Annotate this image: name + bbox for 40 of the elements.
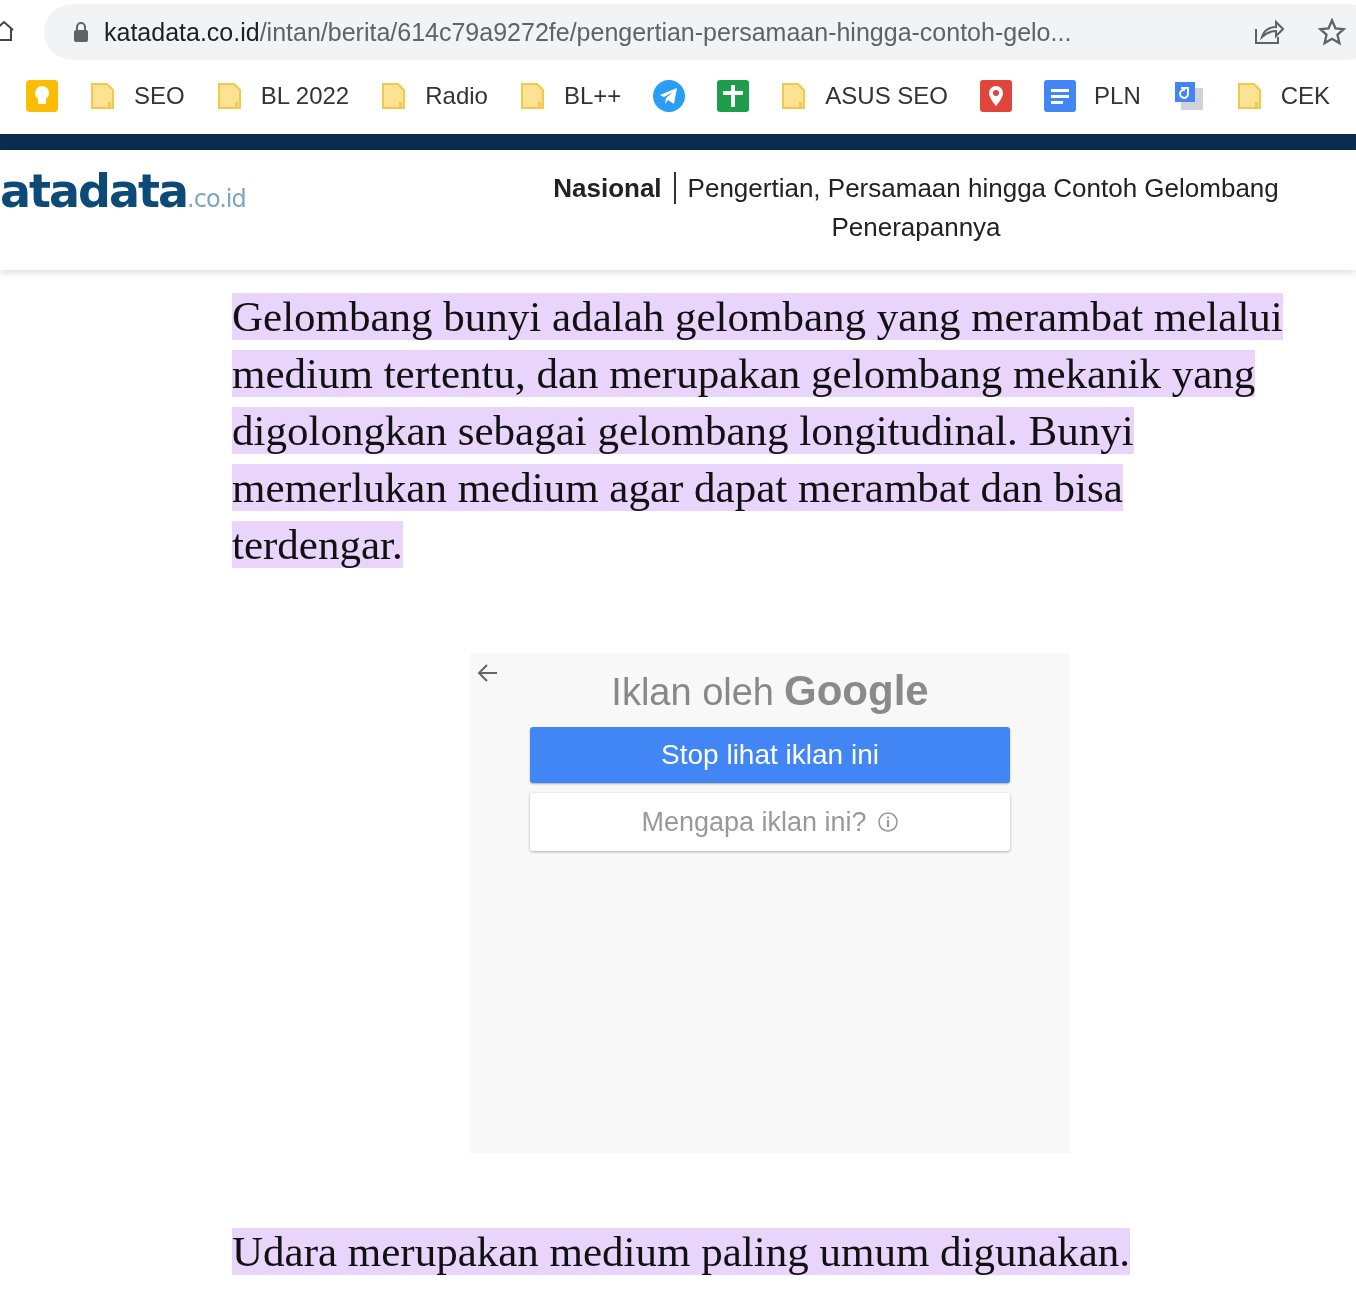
bookmark[interactable]: ASUS SEO xyxy=(781,82,949,110)
folder-icon xyxy=(781,82,808,110)
folder-icon xyxy=(381,82,408,110)
bookmark[interactable]: Radio xyxy=(381,82,488,110)
stop-ad-button[interactable]: Stop lihat iklan ini xyxy=(530,727,1010,783)
bookmark[interactable] xyxy=(980,80,1013,112)
article-title: Penerapannya xyxy=(831,212,1001,243)
map-pin-icon xyxy=(980,80,1013,112)
lightbulb-icon xyxy=(26,80,58,112)
section-label[interactable]: Nasional xyxy=(553,172,662,204)
site-logo[interactable]: atadata.co.id xyxy=(0,164,246,224)
info-icon xyxy=(876,811,899,833)
document-icon xyxy=(1044,80,1077,112)
ad-heading: Iklan oleh xyxy=(611,671,774,714)
home-icon[interactable] xyxy=(0,18,14,44)
folder-icon xyxy=(90,82,116,110)
spreadsheet-icon xyxy=(717,80,750,112)
folder-icon xyxy=(519,82,546,110)
bookmark[interactable]: BL++ xyxy=(519,82,622,110)
bookmark[interactable] xyxy=(653,80,686,112)
bookmark[interactable]: BL 2022 xyxy=(216,82,350,110)
share-icon[interactable] xyxy=(1254,19,1284,45)
article-title: Pengertian, Persamaan hingga Contoh Gelombang xyxy=(687,172,1279,204)
lock-icon xyxy=(72,21,90,43)
folder-icon xyxy=(1236,82,1263,110)
bookmark[interactable] xyxy=(1172,80,1205,112)
back-arrow-icon[interactable] xyxy=(476,663,498,683)
translate-icon xyxy=(1172,80,1205,112)
article-paragraph: Udara merupakan medium paling umum digunakan. xyxy=(232,1227,1131,1277)
url-text: katadata.co.id/intan/berita/614c79a9272fe/pengertian-persamaan-hingga-contoh-gelo... xyxy=(104,17,1073,47)
folder-icon xyxy=(216,82,243,110)
bookmark[interactable]: SEO xyxy=(90,82,185,110)
bookmark[interactable]: CEK xyxy=(1236,82,1331,110)
article-paragraph: Gelombang bunyi adalah gelombang yang merambat melalui medium tertentu, dan merupakan gelombang mekanik yang digolongkan sebagai gelombang longitudinal. Bunyi memerlukan medium agar dapat merambat dan bisa terdengar. xyxy=(232,292,1284,570)
star-icon[interactable] xyxy=(1318,18,1346,46)
bookmark[interactable] xyxy=(717,80,750,112)
paper-plane-icon xyxy=(653,80,686,112)
brand-name: Google xyxy=(784,667,929,715)
bookmark[interactable]: PLN xyxy=(1044,80,1141,112)
address-bar[interactable]: katadata.co.id/intan/berita/614c79a9272fe/pengertian-persamaan-hingga-contoh-gelo... xyxy=(44,4,1356,60)
